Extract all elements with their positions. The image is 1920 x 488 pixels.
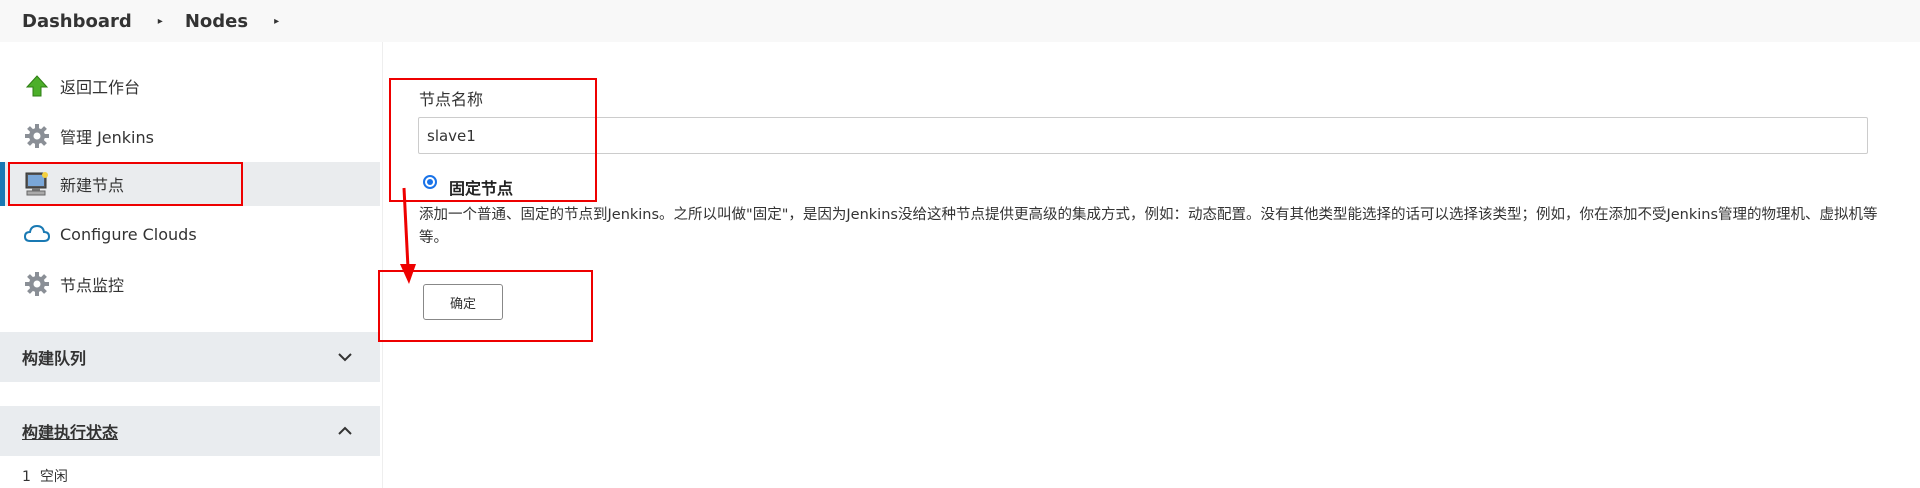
sidebar-item-new-node[interactable]: 新建节点: [0, 162, 380, 206]
up-arrow-icon: [24, 73, 50, 99]
chevron-up-icon[interactable]: [336, 422, 354, 440]
sidebar-item-label: 新建节点: [60, 176, 125, 195]
sidebar-item-label: 返回工作台: [60, 78, 141, 97]
sidebar-item-manage-jenkins[interactable]: 管理 Jenkins: [0, 114, 380, 158]
breadcrumb-bar: Dashboard ▸ Nodes ▸: [0, 0, 1920, 42]
executor-index: 1: [22, 469, 31, 485]
breadcrumb-separator-icon[interactable]: ▸: [158, 16, 163, 27]
gear-icon: [24, 123, 50, 149]
node-name-label: 节点名称: [419, 90, 484, 109]
main-content: 节点名称 固定节点 添加一个普通、固定的节点到Jenkins。之所以叫做"固定"…: [383, 42, 1920, 488]
annotation-arrow-icon: [400, 187, 416, 284]
executor-status: 空闲: [39, 469, 68, 485]
sidebar-item-label: 管理 Jenkins: [60, 128, 154, 147]
sidebar-item-back-to-dashboard[interactable]: 返回工作台: [0, 64, 380, 108]
permanent-agent-label[interactable]: 固定节点: [449, 175, 513, 199]
sidebar-item-node-monitoring[interactable]: 节点监控: [0, 262, 380, 306]
executor-status-pane-header[interactable]: 构建执行状态: [0, 406, 380, 456]
sidebar-item-configure-clouds[interactable]: Configure Clouds: [0, 212, 380, 256]
sidebar-item-label: Configure Clouds: [60, 224, 197, 244]
cloud-icon: [24, 221, 50, 247]
executor-row: 1 空闲: [22, 466, 68, 486]
computer-icon: [24, 171, 50, 197]
ok-button[interactable]: 确定: [423, 284, 503, 320]
build-queue-title: 构建队列: [22, 349, 87, 368]
permanent-agent-description: 添加一个普通、固定的节点到Jenkins。之所以叫做"固定"，是因为Jenkin…: [419, 207, 1878, 246]
sidebar: 返回工作台 管理 Jenkins 新建节点 Configure Clouds 节…: [0, 42, 383, 488]
node-name-input[interactable]: [418, 117, 1868, 154]
sidebar-item-label: 节点监控: [60, 276, 125, 295]
chevron-down-icon[interactable]: [336, 348, 354, 366]
breadcrumb-dashboard[interactable]: Dashboard: [22, 11, 132, 32]
build-queue-pane-header[interactable]: 构建队列: [0, 332, 380, 382]
breadcrumb-separator-icon[interactable]: ▸: [274, 16, 279, 27]
breadcrumb-nodes[interactable]: Nodes: [185, 11, 248, 32]
executor-status-title[interactable]: 构建执行状态: [22, 419, 118, 443]
gear-icon: [24, 271, 50, 297]
